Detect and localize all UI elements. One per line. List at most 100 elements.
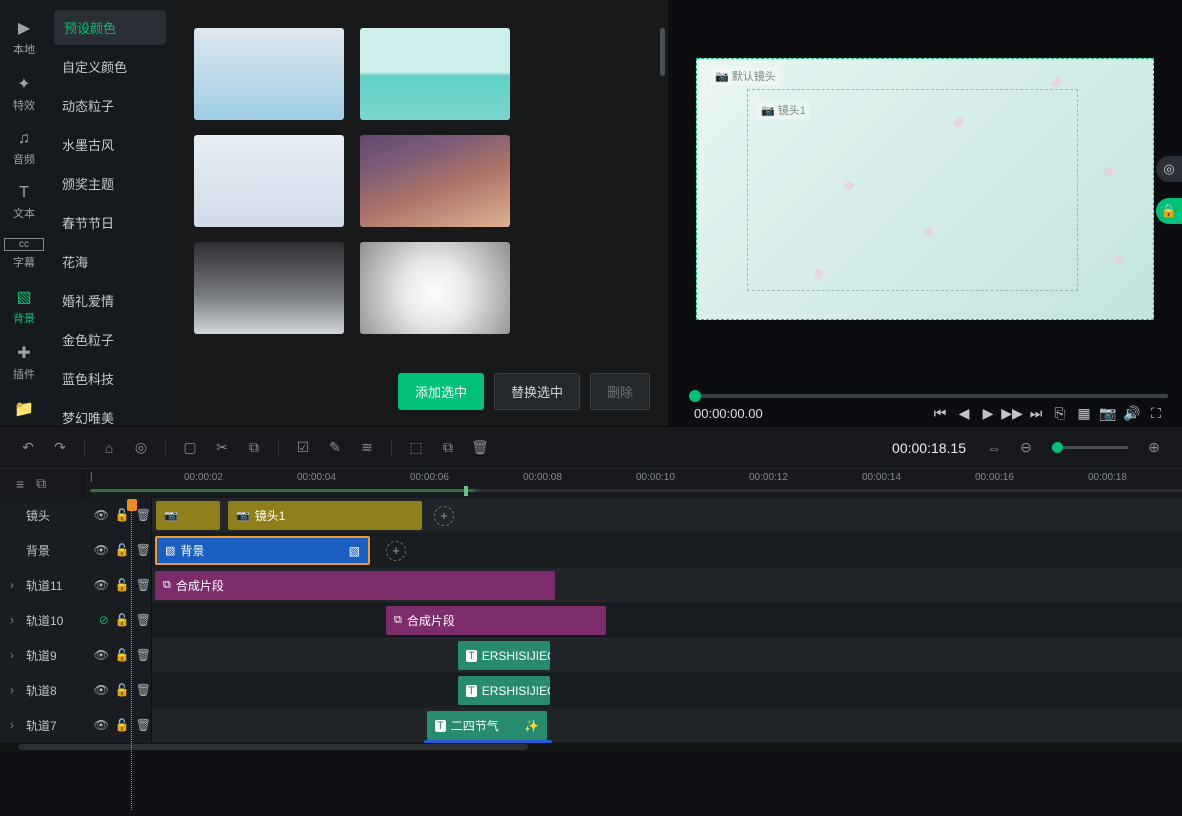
skip-end-icon[interactable]: ⏭	[1024, 405, 1048, 422]
eye-icon[interactable]: 👁	[94, 683, 109, 697]
trash-icon[interactable]: 🗑	[136, 613, 151, 627]
lens-clip[interactable]: 📷	[156, 501, 220, 530]
add-clip-button[interactable]: +	[386, 541, 406, 561]
delete-button[interactable]: 删除	[590, 373, 650, 410]
lock-icon[interactable]: 🔓	[115, 508, 130, 522]
add-clip-button[interactable]: +	[434, 506, 454, 526]
expand-icon[interactable]: ›	[10, 578, 20, 592]
background-clip[interactable]: ▧背景▧	[155, 536, 370, 565]
preset-thumb[interactable]	[194, 135, 344, 227]
skip-start-icon[interactable]: ⏮	[928, 405, 952, 422]
zoom-in-icon[interactable]: ⊕	[1140, 439, 1168, 456]
lock-icon[interactable]: 🔓	[115, 578, 130, 592]
eye-icon[interactable]: 👁	[94, 543, 109, 557]
scrollbar[interactable]	[660, 28, 665, 76]
trash-icon[interactable]: 🗑	[136, 508, 151, 522]
eye-icon[interactable]: 👁	[94, 508, 109, 522]
lock-icon[interactable]: 🔓	[115, 613, 130, 627]
lens-clip[interactable]: 📷镜头1	[228, 501, 422, 530]
play-icon[interactable]: ▶	[976, 405, 1000, 422]
zoom-slider[interactable]	[1052, 446, 1128, 449]
tab-plugin[interactable]: ✚插件	[4, 337, 44, 391]
category-item[interactable]: 自定义颜色	[48, 47, 172, 86]
horizontal-scrollbar[interactable]	[0, 743, 1182, 753]
fullscreen-icon[interactable]: ⛶	[1144, 405, 1168, 422]
preset-thumb[interactable]	[194, 28, 344, 120]
side-button-lock[interactable]: 🔒	[1156, 198, 1182, 224]
split-icon[interactable]: ⧉	[240, 439, 268, 456]
check-icon[interactable]: ☑	[289, 439, 317, 456]
preview-canvas[interactable]: 📷 默认镜头 📷 镜头1	[696, 58, 1154, 320]
fit-icon[interactable]: ⇔	[980, 440, 1008, 456]
preset-thumb[interactable]	[360, 242, 510, 334]
edit-icon[interactable]: ✎	[321, 439, 349, 456]
undo-icon[interactable]: ↶	[14, 439, 42, 456]
tab-subtitle[interactable]: cc字幕	[4, 232, 44, 279]
stack-icon[interactable]: ⧉	[36, 475, 46, 492]
select-icon[interactable]: ▢	[176, 439, 204, 456]
time-ruler[interactable]: | 00:00:02 00:00:04 00:00:06 00:00:08 00…	[84, 469, 1182, 498]
eye-icon[interactable]: 👁	[94, 578, 109, 592]
lock-icon[interactable]: 🔓	[115, 648, 130, 662]
lock-icon[interactable]: 🔓	[115, 683, 130, 697]
grid-icon[interactable]: ▦	[1072, 405, 1096, 422]
loop-icon[interactable]: ⎘	[1048, 405, 1072, 422]
expand-icon[interactable]: ›	[10, 718, 20, 732]
trash-icon[interactable]: 🗑	[466, 439, 494, 456]
category-item[interactable]: 婚礼爱情	[48, 281, 172, 320]
tab-local[interactable]: ▶本地	[4, 12, 44, 66]
lock-icon[interactable]: ⬚	[402, 439, 430, 456]
redo-icon[interactable]: ↷	[46, 439, 74, 456]
trash-icon[interactable]: 🗑	[136, 683, 151, 697]
menu-icon[interactable]: ≡	[16, 476, 24, 492]
category-item[interactable]: 颁奖主题	[48, 164, 172, 203]
trash-icon[interactable]: 🗑	[136, 718, 151, 732]
preset-thumb[interactable]	[360, 135, 510, 227]
zoom-out-icon[interactable]: ⊖	[1012, 439, 1040, 456]
side-button-1[interactable]: ◎	[1156, 156, 1182, 182]
text-clip[interactable]: T二四节气✨	[427, 711, 547, 740]
layers-icon[interactable]: ≋	[353, 439, 381, 456]
expand-icon[interactable]: ›	[10, 648, 20, 662]
expand-icon[interactable]: ›	[10, 613, 20, 627]
tab-background[interactable]: ▧背景	[4, 281, 44, 335]
volume-icon[interactable]: 🔊	[1120, 405, 1144, 422]
expand-icon[interactable]: ›	[10, 683, 20, 697]
home-icon[interactable]: ⌂	[95, 440, 123, 456]
category-item[interactable]: 金色粒子	[48, 320, 172, 359]
crop-icon[interactable]: ✂	[208, 439, 236, 456]
text-clip[interactable]: TERSHISIJIEQ	[458, 676, 550, 705]
category-item[interactable]: 预设颜色	[54, 10, 166, 45]
snapshot-icon[interactable]: 📷	[1096, 405, 1120, 422]
step-back-icon[interactable]: ◀	[952, 405, 976, 422]
category-item[interactable]: 花海	[48, 242, 172, 281]
inner-frame[interactable]	[747, 89, 1078, 291]
eye-off-icon[interactable]: ⊘	[99, 613, 109, 627]
trash-icon[interactable]: 🗑	[136, 543, 151, 557]
add-selection-button[interactable]: 添加选中	[398, 373, 484, 410]
category-item[interactable]: 春节节日	[48, 203, 172, 242]
tab-effects[interactable]: ✦特效	[4, 68, 44, 122]
target-icon[interactable]: ◎	[127, 439, 155, 456]
copy-icon[interactable]: ⧉	[434, 439, 462, 456]
preview-progress[interactable]	[694, 394, 1168, 398]
step-forward-icon[interactable]: ▶▶	[1000, 405, 1024, 422]
lock-icon[interactable]: 🔓	[115, 718, 130, 732]
trash-icon[interactable]: 🗑	[136, 648, 151, 662]
preset-thumb[interactable]	[360, 28, 510, 120]
lock-icon[interactable]: 🔓	[115, 543, 130, 557]
composite-clip[interactable]: ⧉合成片段	[155, 571, 555, 600]
preset-thumb[interactable]	[194, 242, 344, 334]
replace-selection-button[interactable]: 替换选中	[494, 373, 580, 410]
tab-audio[interactable]: ♫音频	[4, 124, 44, 176]
composite-clip[interactable]: ⧉合成片段	[386, 606, 606, 635]
eye-icon[interactable]: 👁	[94, 718, 109, 732]
text-clip[interactable]: TERSHISIJIEQ	[458, 641, 550, 670]
tab-text[interactable]: T文本	[4, 178, 44, 230]
category-item[interactable]: 蓝色科技	[48, 359, 172, 398]
eye-icon[interactable]: 👁	[94, 648, 109, 662]
category-item[interactable]: 动态粒子	[48, 86, 172, 125]
trash-icon[interactable]: 🗑	[136, 578, 151, 592]
tab-folder[interactable]: 📁	[4, 393, 44, 429]
category-item[interactable]: 水墨古风	[48, 125, 172, 164]
